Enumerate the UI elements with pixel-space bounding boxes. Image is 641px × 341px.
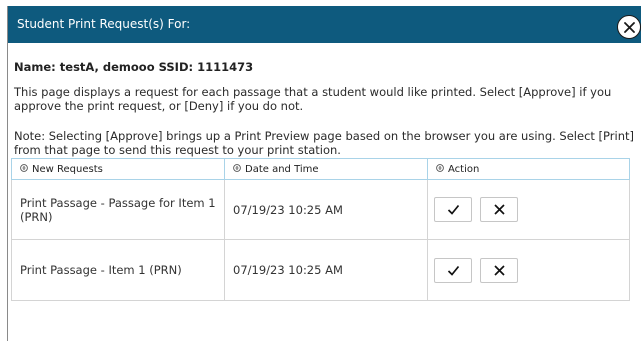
checkmark-icon <box>447 204 460 215</box>
close-button[interactable] <box>617 15 641 39</box>
column-header-label: New Requests <box>32 163 103 175</box>
checkmark-icon <box>447 265 460 276</box>
sort-icon <box>20 163 28 172</box>
request-datetime-cell: 07/19/23 10:25 AM <box>224 179 428 240</box>
approve-button[interactable] <box>434 257 472 283</box>
print-requests-table: New Requests Date and Time Action Print … <box>11 158 630 301</box>
actions-cell <box>427 239 630 301</box>
sort-icon <box>233 163 241 172</box>
table-row: Print Passage - Item 1 (PRN) 07/19/23 10… <box>11 239 630 301</box>
x-icon <box>494 264 505 276</box>
column-header-label: Action <box>448 163 480 175</box>
x-icon <box>494 204 505 215</box>
dialog-header: Student Print Request(s) For: <box>8 6 641 43</box>
sort-icon <box>436 163 444 172</box>
table-header-row: New Requests Date and Time Action <box>11 158 630 180</box>
request-datetime-cell: 07/19/23 10:25 AM <box>224 239 428 301</box>
actions-cell <box>427 179 630 240</box>
column-header-date-time[interactable]: Date and Time <box>224 158 428 180</box>
table-row: Print Passage - Passage for Item 1 (PRN)… <box>11 179 630 240</box>
note-text: Note: Selecting [Approve] brings up a Pr… <box>14 129 634 157</box>
deny-button[interactable] <box>480 197 518 222</box>
deny-button[interactable] <box>480 257 518 283</box>
request-name-cell: Print Passage - Item 1 (PRN) <box>11 239 225 301</box>
column-header-new-requests[interactable]: New Requests <box>11 158 225 180</box>
request-name-cell: Print Passage - Passage for Item 1 (PRN) <box>11 179 225 240</box>
column-header-label: Date and Time <box>245 163 319 175</box>
close-icon <box>624 22 635 33</box>
student-name-ssid: Name: testA, demooo SSID: 1111473 <box>14 60 254 74</box>
background-window-edge <box>0 0 8 341</box>
approve-button[interactable] <box>434 197 472 222</box>
dialog-title: Student Print Request(s) For: <box>17 17 191 31</box>
column-header-action[interactable]: Action <box>427 158 630 180</box>
description-text: This page displays a request for each pa… <box>14 85 612 113</box>
